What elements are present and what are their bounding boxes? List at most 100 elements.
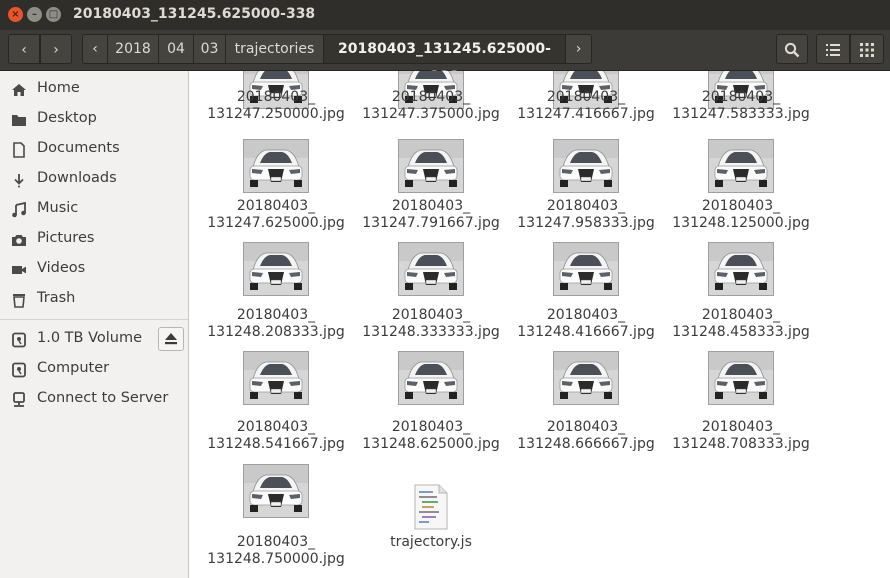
file-name-line-1: 20180403_ — [236, 198, 316, 214]
sidebar-divider — [0, 319, 188, 320]
maximize-window-button[interactable]: □ — [46, 7, 61, 22]
file-name-line-1: 20180403_ — [391, 198, 471, 214]
car-photo — [554, 352, 618, 404]
file-name[interactable]: 20180403_ 131248.750000.jpg — [201, 534, 351, 568]
file-name-line-2: 131247.625000.jpg — [207, 215, 345, 231]
file-name-line-1: 20180403_ — [701, 89, 781, 105]
breadcrumb-scroll-left-button[interactable]: ‹ — [82, 34, 108, 64]
car-photo — [554, 140, 618, 192]
car-photo — [399, 243, 463, 295]
file-name[interactable]: trajectory.js — [356, 534, 506, 551]
sidebar-item-label: Music — [37, 200, 79, 216]
file-thumbnail[interactable] — [398, 242, 464, 296]
close-window-button[interactable]: × — [8, 7, 23, 22]
file-name[interactable]: 20180403_ 131247.375000.jpg — [356, 89, 506, 123]
sidebar-item-label: Videos — [37, 260, 86, 276]
file-name[interactable]: 20180403_ 131248.333333.jpg — [356, 307, 506, 341]
sidebar-item-label: Connect to Server — [37, 390, 169, 406]
list-view-button[interactable] — [816, 34, 850, 64]
file-thumbnail[interactable] — [708, 351, 774, 405]
file-name[interactable]: 20180403_ 131247.583333.jpg — [666, 89, 816, 123]
sidebar-item-connect-to-server[interactable]: Connect to Server — [0, 387, 188, 413]
sidebar-item-label: Computer — [37, 360, 110, 376]
file-name-line-2: 131248.625000.jpg — [362, 436, 500, 452]
file-name-line-2: 131248.750000.jpg — [207, 551, 345, 567]
eject-button[interactable] — [158, 327, 184, 351]
breadcrumb-2018[interactable]: 2018 — [108, 34, 159, 64]
sidebar-item-desktop[interactable]: Desktop — [0, 107, 188, 133]
file-thumbnail[interactable] — [553, 242, 619, 296]
file-name-line-2: 131248.416667.jpg — [517, 324, 655, 340]
minimize-window-button[interactable]: – — [27, 7, 42, 22]
script-file-icon[interactable] — [411, 483, 451, 535]
file-name-line-2: 131248.541667.jpg — [207, 436, 345, 452]
document-icon — [13, 142, 25, 158]
breadcrumb-03[interactable]: 03 — [194, 34, 226, 64]
file-name-line-1: 20180403_ — [236, 534, 316, 550]
sidebar-item-music[interactable]: Music — [0, 197, 188, 223]
forward-button[interactable]: › — [40, 34, 72, 64]
file-name[interactable]: 20180403_ 131248.458333.jpg — [666, 307, 816, 341]
file-name[interactable]: 20180403_ 131248.541667.jpg — [201, 419, 351, 453]
grid-view-button[interactable] — [850, 34, 884, 64]
file-name-line-1: 20180403_ — [391, 419, 471, 435]
file-name[interactable]: 20180403_ 131248.125000.jpg — [666, 198, 816, 232]
file-name-line-2: 131248.708333.jpg — [672, 436, 810, 452]
breadcrumb-04[interactable]: 04 — [159, 34, 194, 64]
file-name[interactable]: 20180403_ 131248.625000.jpg — [356, 419, 506, 453]
file-view: 20180403_ 131247.250000.jpg 20180403_ 13124… — [189, 71, 890, 578]
sidebar-item-pictures[interactable]: Pictures — [0, 227, 188, 253]
file-thumbnail[interactable] — [398, 139, 464, 193]
sidebar-item-computer[interactable]: Computer — [0, 357, 188, 383]
window-title: 20180403_131245.625000-338 — [73, 6, 316, 22]
file-name-line-1: 20180403_ — [546, 198, 626, 214]
sidebar-item-documents[interactable]: Documents — [0, 137, 188, 163]
sidebar-item-downloads[interactable]: Downloads — [0, 167, 188, 193]
sidebar-item-home[interactable]: Home — [0, 77, 188, 103]
file-name-line-1: 20180403_ — [391, 89, 471, 105]
file-name-line-1: 20180403_ — [701, 307, 781, 323]
car-photo — [244, 465, 308, 517]
sidebar-item-label: Pictures — [37, 230, 95, 246]
file-name[interactable]: 20180403_ 131247.416667.jpg — [511, 89, 661, 123]
file-thumbnail[interactable] — [243, 464, 309, 518]
sidebar-item-trash[interactable]: Trash — [0, 287, 188, 313]
search-button[interactable] — [776, 34, 808, 64]
file-name-line-2: 131247.375000.jpg — [362, 106, 500, 122]
file-thumbnail[interactable] — [243, 351, 309, 405]
file-name[interactable]: 20180403_ 131248.666667.jpg — [511, 419, 661, 453]
file-thumbnail[interactable] — [398, 351, 464, 405]
file-thumbnail[interactable] — [243, 139, 309, 193]
eject-icon — [165, 333, 177, 345]
file-thumbnail[interactable] — [553, 139, 619, 193]
file-name[interactable]: 20180403_ 131248.416667.jpg — [511, 307, 661, 341]
sidebar-item-label: 1.0 TB Volume — [37, 330, 143, 346]
file-name-line-1: 20180403_ — [236, 419, 316, 435]
server-icon — [13, 392, 25, 407]
file-name[interactable]: 20180403_ 131247.625000.jpg — [201, 198, 351, 232]
file-name[interactable]: 20180403_ 131248.208333.jpg — [201, 307, 351, 341]
file-name-line-2: 131247.791667.jpg — [362, 215, 500, 231]
list-view-icon — [826, 44, 840, 56]
file-name[interactable]: 20180403_ 131248.708333.jpg — [666, 419, 816, 453]
car-photo — [244, 140, 308, 192]
file-name[interactable]: 20180403_ 131247.791667.jpg — [356, 198, 506, 232]
breadcrumb-current-folder[interactable]: 20180403_131245.625000-338 — [324, 34, 566, 85]
file-thumbnail[interactable] — [553, 351, 619, 405]
sidebar-item-label: Downloads — [37, 170, 117, 186]
breadcrumb-scroll-right-button[interactable]: › — [566, 34, 592, 64]
file-thumbnail[interactable] — [708, 242, 774, 296]
file-thumbnail[interactable] — [708, 139, 774, 193]
back-button[interactable]: ‹ — [8, 34, 40, 64]
title-bar: × – □ 20180403_131245.625000-338 — [0, 0, 890, 30]
file-name-line-2: 131247.250000.jpg — [207, 106, 345, 122]
car-photo — [709, 243, 773, 295]
car-photo — [709, 140, 773, 192]
file-name-line-2: 131247.958333.jpg — [517, 215, 655, 231]
grid-view-icon — [860, 43, 874, 57]
file-thumbnail[interactable] — [243, 242, 309, 296]
sidebar-item-videos[interactable]: Videos — [0, 257, 188, 283]
breadcrumb-trajectories[interactable]: trajectories — [226, 34, 324, 64]
file-name[interactable]: 20180403_ 131247.250000.jpg — [201, 89, 351, 123]
file-name[interactable]: 20180403_ 131247.958333.jpg — [511, 198, 661, 232]
